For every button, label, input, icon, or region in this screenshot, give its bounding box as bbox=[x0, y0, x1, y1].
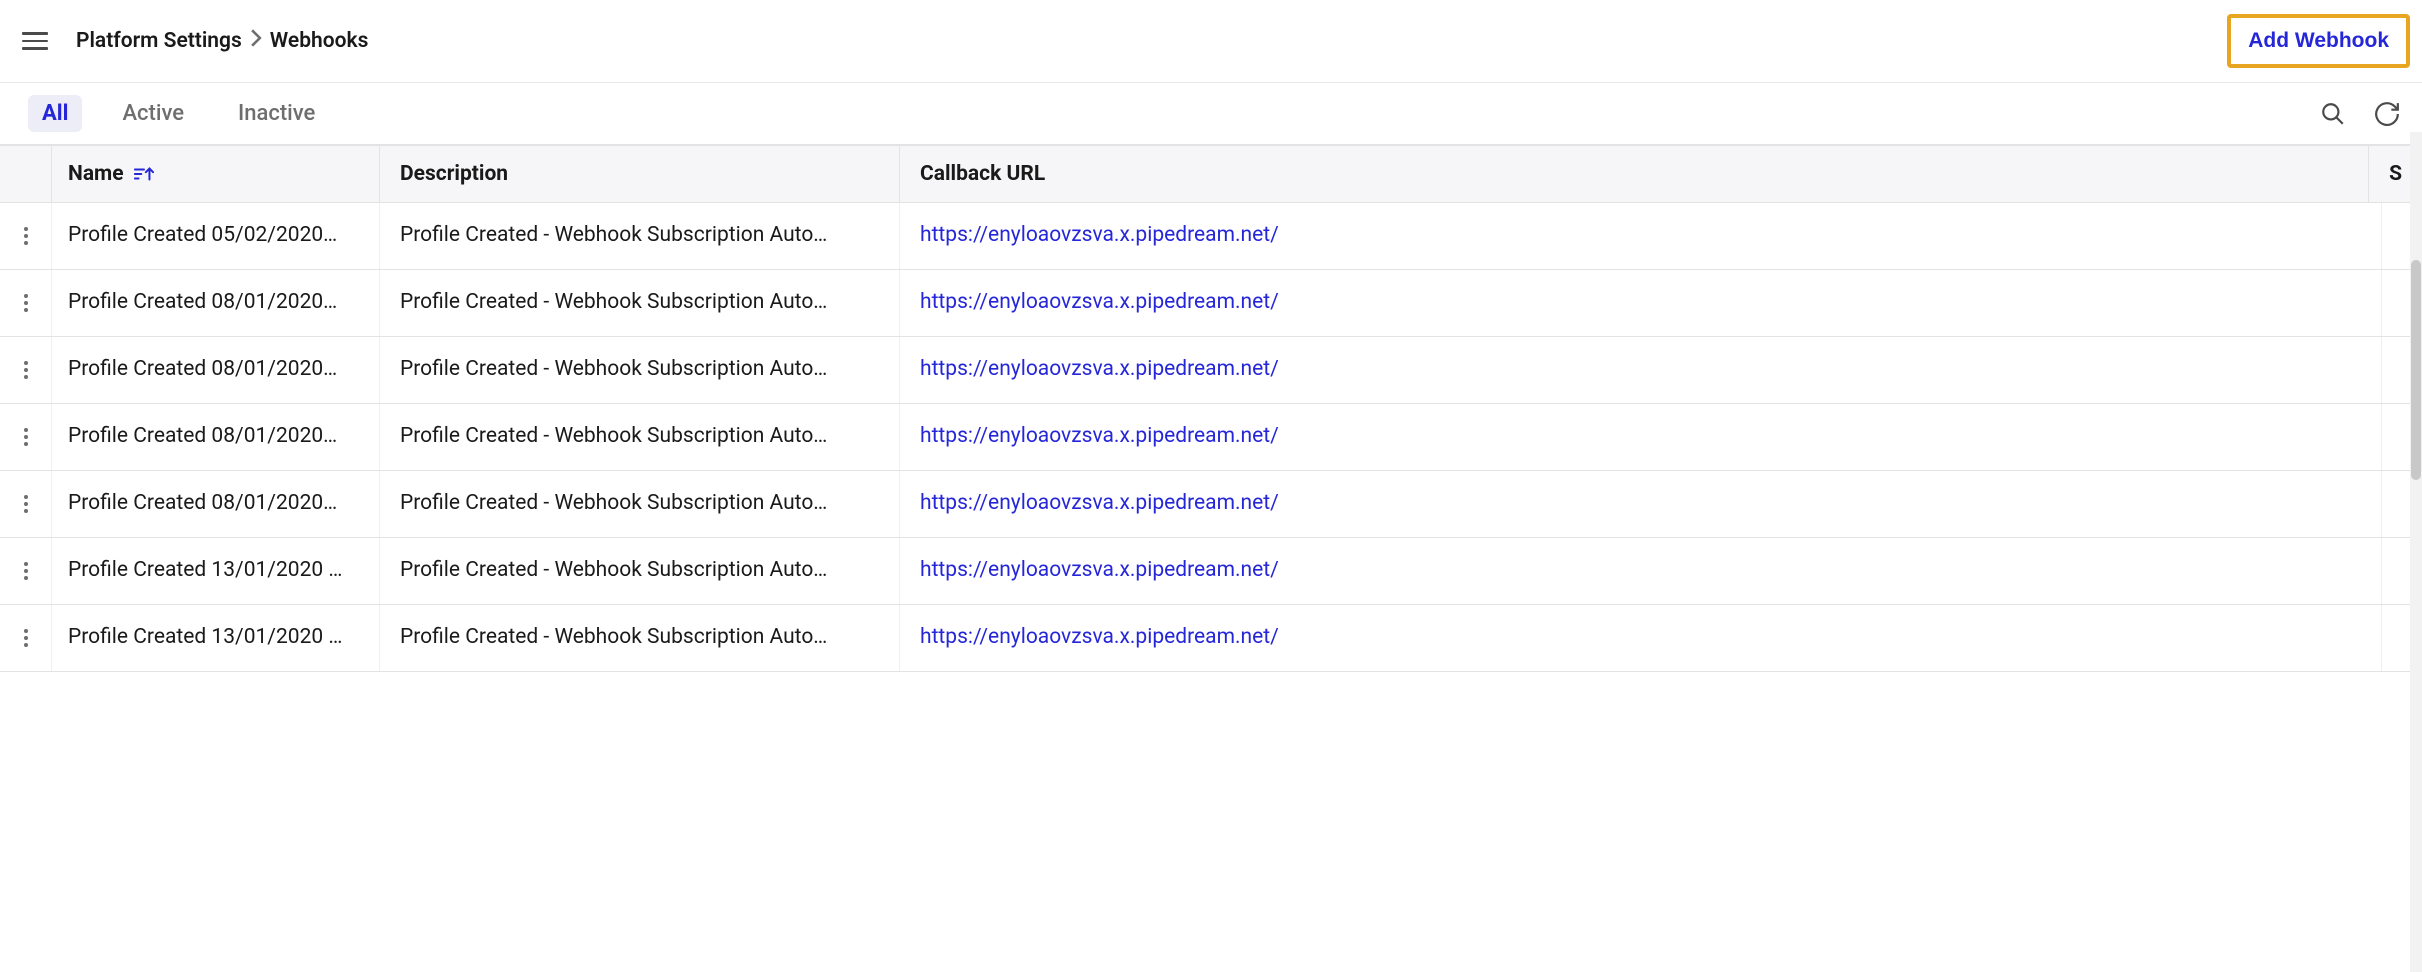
column-name-label: Name bbox=[68, 162, 124, 186]
filterbar: All Active Inactive bbox=[0, 83, 2422, 146]
column-last-label: S bbox=[2389, 162, 2402, 186]
row-name: Profile Created 08/01/2020… bbox=[52, 337, 380, 403]
row-url: https://enyloaovzsva.x.pipedream.net/ bbox=[900, 471, 2382, 537]
callback-url-link[interactable]: https://enyloaovzsva.x.pipedream.net/ bbox=[920, 625, 1279, 649]
breadcrumb-root[interactable]: Platform Settings bbox=[76, 29, 242, 53]
column-description[interactable]: Description bbox=[380, 146, 900, 202]
row-name: Profile Created 13/01/2020 … bbox=[52, 538, 380, 604]
scrollbar-thumb[interactable] bbox=[2411, 260, 2421, 480]
table-row[interactable]: Profile Created 08/01/2020… Profile Crea… bbox=[0, 471, 2422, 538]
topbar: Platform Settings Webhooks Add Webhook bbox=[0, 0, 2422, 83]
refresh-icon[interactable] bbox=[2374, 101, 2400, 127]
table-row[interactable]: Profile Created 08/01/2020… Profile Crea… bbox=[0, 270, 2422, 337]
row-url: https://enyloaovzsva.x.pipedream.net/ bbox=[900, 270, 2382, 336]
row-description: Profile Created - Webhook Subscription A… bbox=[380, 471, 900, 537]
table-row[interactable]: Profile Created 08/01/2020… Profile Crea… bbox=[0, 404, 2422, 471]
chevron-right-icon bbox=[250, 29, 262, 53]
row-url: https://enyloaovzsva.x.pipedream.net/ bbox=[900, 337, 2382, 403]
table-row[interactable]: Profile Created 08/01/2020… Profile Crea… bbox=[0, 337, 2422, 404]
column-name[interactable]: Name bbox=[52, 146, 380, 202]
row-actions bbox=[0, 471, 52, 537]
callback-url-link[interactable]: https://enyloaovzsva.x.pipedream.net/ bbox=[920, 424, 1279, 448]
column-description-label: Description bbox=[400, 162, 508, 186]
kebab-menu-icon[interactable] bbox=[20, 290, 32, 316]
add-webhook-button[interactable]: Add Webhook bbox=[2234, 21, 2403, 61]
callback-url-link[interactable]: https://enyloaovzsva.x.pipedream.net/ bbox=[920, 491, 1279, 515]
kebab-menu-icon[interactable] bbox=[20, 223, 32, 249]
row-description: Profile Created - Webhook Subscription A… bbox=[380, 270, 900, 336]
row-actions bbox=[0, 538, 52, 604]
row-actions bbox=[0, 605, 52, 671]
callback-url-link[interactable]: https://enyloaovzsva.x.pipedream.net/ bbox=[920, 558, 1279, 582]
table-row[interactable]: Profile Created 13/01/2020 … Profile Cre… bbox=[0, 538, 2422, 605]
table-row[interactable]: Profile Created 13/01/2020 … Profile Cre… bbox=[0, 605, 2422, 672]
row-description: Profile Created - Webhook Subscription A… bbox=[380, 203, 900, 269]
tab-all[interactable]: All bbox=[28, 95, 82, 132]
filter-tabs: All Active Inactive bbox=[28, 95, 329, 132]
kebab-menu-icon[interactable] bbox=[20, 491, 32, 517]
search-icon[interactable] bbox=[2320, 101, 2346, 127]
scrollbar-track[interactable] bbox=[2410, 132, 2422, 972]
kebab-menu-icon[interactable] bbox=[20, 424, 32, 450]
row-description: Profile Created - Webhook Subscription A… bbox=[380, 404, 900, 470]
row-description: Profile Created - Webhook Subscription A… bbox=[380, 538, 900, 604]
callback-url-link[interactable]: https://enyloaovzsva.x.pipedream.net/ bbox=[920, 357, 1279, 381]
row-url: https://enyloaovzsva.x.pipedream.net/ bbox=[900, 538, 2382, 604]
callback-url-link[interactable]: https://enyloaovzsva.x.pipedream.net/ bbox=[920, 223, 1279, 247]
table-header: Name Description Callback URL S bbox=[0, 146, 2422, 203]
table-row[interactable]: Profile Created 05/02/2020… Profile Crea… bbox=[0, 203, 2422, 270]
row-name: Profile Created 08/01/2020… bbox=[52, 404, 380, 470]
kebab-menu-icon[interactable] bbox=[20, 625, 32, 651]
webhooks-table: Name Description Callback URL S Profile … bbox=[0, 146, 2422, 672]
row-description: Profile Created - Webhook Subscription A… bbox=[380, 337, 900, 403]
row-name: Profile Created 13/01/2020 … bbox=[52, 605, 380, 671]
kebab-menu-icon[interactable] bbox=[20, 558, 32, 584]
row-actions bbox=[0, 337, 52, 403]
row-url: https://enyloaovzsva.x.pipedream.net/ bbox=[900, 203, 2382, 269]
row-url: https://enyloaovzsva.x.pipedream.net/ bbox=[900, 605, 2382, 671]
tab-active[interactable]: Active bbox=[108, 95, 198, 132]
column-url-label: Callback URL bbox=[920, 162, 1045, 186]
topbar-left: Platform Settings Webhooks bbox=[22, 28, 368, 54]
row-name: Profile Created 05/02/2020… bbox=[52, 203, 380, 269]
callback-url-link[interactable]: https://enyloaovzsva.x.pipedream.net/ bbox=[920, 290, 1279, 314]
column-actions bbox=[0, 146, 52, 202]
add-webhook-highlight: Add Webhook bbox=[2227, 14, 2410, 68]
row-name: Profile Created 08/01/2020… bbox=[52, 270, 380, 336]
filter-actions bbox=[2320, 101, 2400, 127]
row-actions bbox=[0, 203, 52, 269]
tab-inactive[interactable]: Inactive bbox=[224, 95, 329, 132]
row-actions bbox=[0, 270, 52, 336]
sort-ascending-icon[interactable] bbox=[134, 165, 154, 183]
column-callback-url[interactable]: Callback URL bbox=[900, 146, 2369, 202]
row-description: Profile Created - Webhook Subscription A… bbox=[380, 605, 900, 671]
row-url: https://enyloaovzsva.x.pipedream.net/ bbox=[900, 404, 2382, 470]
row-actions bbox=[0, 404, 52, 470]
hamburger-menu-icon[interactable] bbox=[22, 28, 48, 54]
breadcrumb-current: Webhooks bbox=[270, 29, 369, 53]
kebab-menu-icon[interactable] bbox=[20, 357, 32, 383]
breadcrumb: Platform Settings Webhooks bbox=[76, 29, 368, 53]
row-name: Profile Created 08/01/2020… bbox=[52, 471, 380, 537]
